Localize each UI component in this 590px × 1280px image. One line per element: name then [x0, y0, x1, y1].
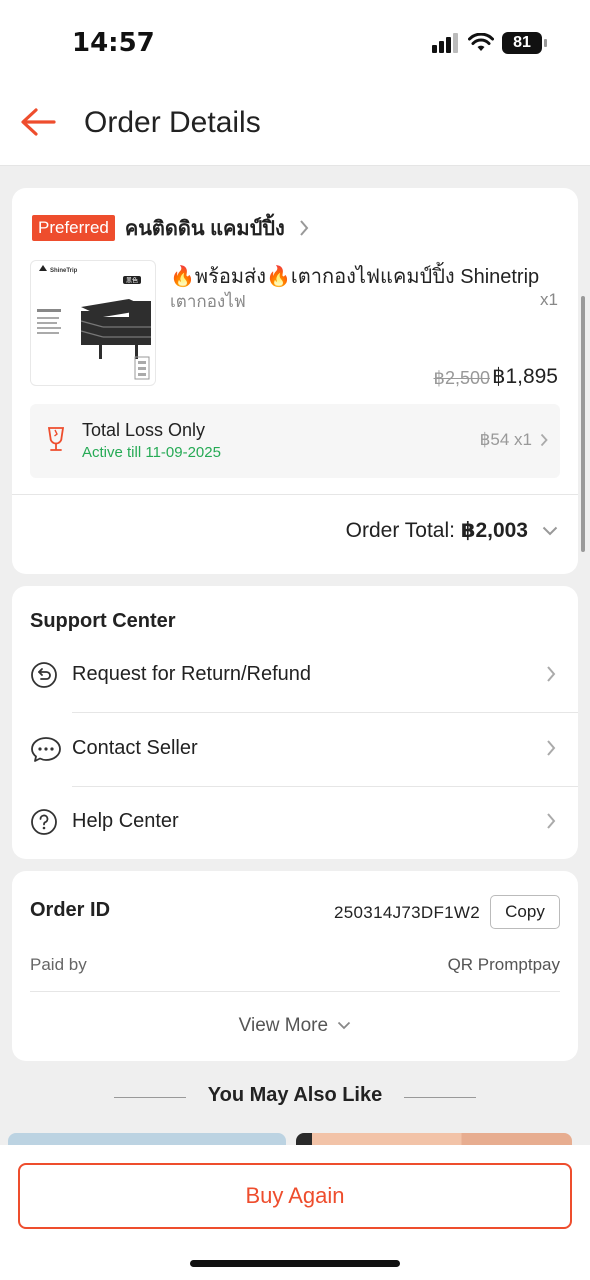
you-may-also-like-title: You May Also Like: [207, 1084, 383, 1106]
product-variant: เตากองไฟ: [170, 292, 246, 311]
buy-again-button[interactable]: Buy Again: [18, 1163, 572, 1229]
order-id-label: Order ID: [30, 899, 111, 921]
sale-price: ฿1,895: [492, 365, 558, 388]
broken-glass-icon: [47, 427, 65, 451]
home-indicator[interactable]: [190, 1260, 400, 1267]
protection-title: Total Loss Only: [82, 420, 206, 440]
chevron-right-icon: [547, 666, 556, 682]
status-bar: 14:57 81: [0, 0, 590, 80]
help-center-label: Help Center: [72, 810, 179, 832]
return-icon: [31, 662, 57, 688]
chevron-down-icon: [542, 526, 558, 535]
protection-price-wrap: ฿54 x1: [480, 430, 548, 450]
request-return-refund-row[interactable]: Request for Return/Refund: [12, 639, 578, 712]
shop-card: Preferred คนติดดิน แคมป์ปิ้ง ShineTrip 黑…: [12, 188, 578, 574]
bottom-action-bar: Buy Again: [0, 1145, 590, 1280]
order-total-value: ฿2,003: [460, 519, 528, 542]
chevron-right-icon: [299, 220, 309, 236]
signal-icon: [432, 33, 458, 53]
help-icon: [31, 809, 57, 835]
view-more-label: View More: [238, 1015, 329, 1036]
paid-by-value: QR Promptpay: [447, 955, 560, 974]
chevron-right-icon: [547, 813, 556, 829]
protection-row[interactable]: Total Loss Only Active till 11-09-2025 ฿…: [30, 404, 560, 478]
image-tag: 黑色: [126, 277, 138, 285]
image-brand: ShineTrip: [50, 268, 78, 274]
divider: [404, 1097, 476, 1098]
order-info-card: Order ID 250314J73DF1W2 Copy Paid by QR …: [12, 871, 578, 1061]
divider: [30, 991, 560, 992]
page-title: Order Details: [84, 106, 261, 139]
original-price: ฿2,500: [433, 368, 491, 388]
wifi-icon: [468, 33, 494, 51]
chat-icon: [31, 737, 61, 762]
help-center-row[interactable]: Help Center: [12, 786, 578, 859]
contact-seller-row[interactable]: Contact Seller: [12, 713, 578, 786]
protection-active-date: Active till 11-09-2025: [82, 444, 221, 461]
you-may-also-like-header: You May Also Like: [0, 1084, 590, 1112]
support-center-card: Support Center Request for Return/Refund…: [12, 586, 578, 859]
back-button[interactable]: [18, 102, 58, 142]
order-total-label: Order Total:: [345, 519, 455, 542]
divider: [12, 494, 578, 495]
paid-by-label: Paid by: [30, 955, 87, 974]
status-time: 14:57: [72, 28, 155, 58]
request-return-refund-label: Request for Return/Refund: [72, 663, 312, 685]
shop-header[interactable]: Preferred คนติดดิน แคมป์ปิ้ง: [32, 212, 309, 244]
shop-name: คนติดดิน แคมป์ปิ้ง: [124, 218, 285, 240]
battery-icon: 81: [502, 32, 547, 54]
product-quantity: x1: [540, 290, 558, 309]
support-center-title: Support Center: [30, 610, 176, 632]
status-icons: 81: [432, 32, 547, 54]
protection-price: ฿54 x1: [479, 430, 532, 449]
view-more-button[interactable]: View More: [12, 1015, 578, 1037]
preferred-badge: Preferred: [32, 215, 115, 241]
copy-button[interactable]: Copy: [490, 895, 560, 929]
chevron-right-icon: [547, 740, 556, 756]
contact-seller-label: Contact Seller: [72, 737, 198, 759]
chevron-right-icon: [540, 433, 548, 447]
nav-bar: Order Details: [0, 80, 590, 166]
order-total[interactable]: Order Total: ฿2,003: [346, 518, 558, 543]
chevron-down-icon: [338, 1022, 351, 1030]
back-arrow-icon: [21, 108, 56, 136]
product-image[interactable]: ShineTrip 黑色: [30, 260, 156, 386]
order-total-text: Order Total: ฿2,003: [346, 518, 528, 543]
scrollbar[interactable]: [581, 296, 585, 552]
order-id-value: 250314J73DF1W2: [334, 903, 480, 922]
